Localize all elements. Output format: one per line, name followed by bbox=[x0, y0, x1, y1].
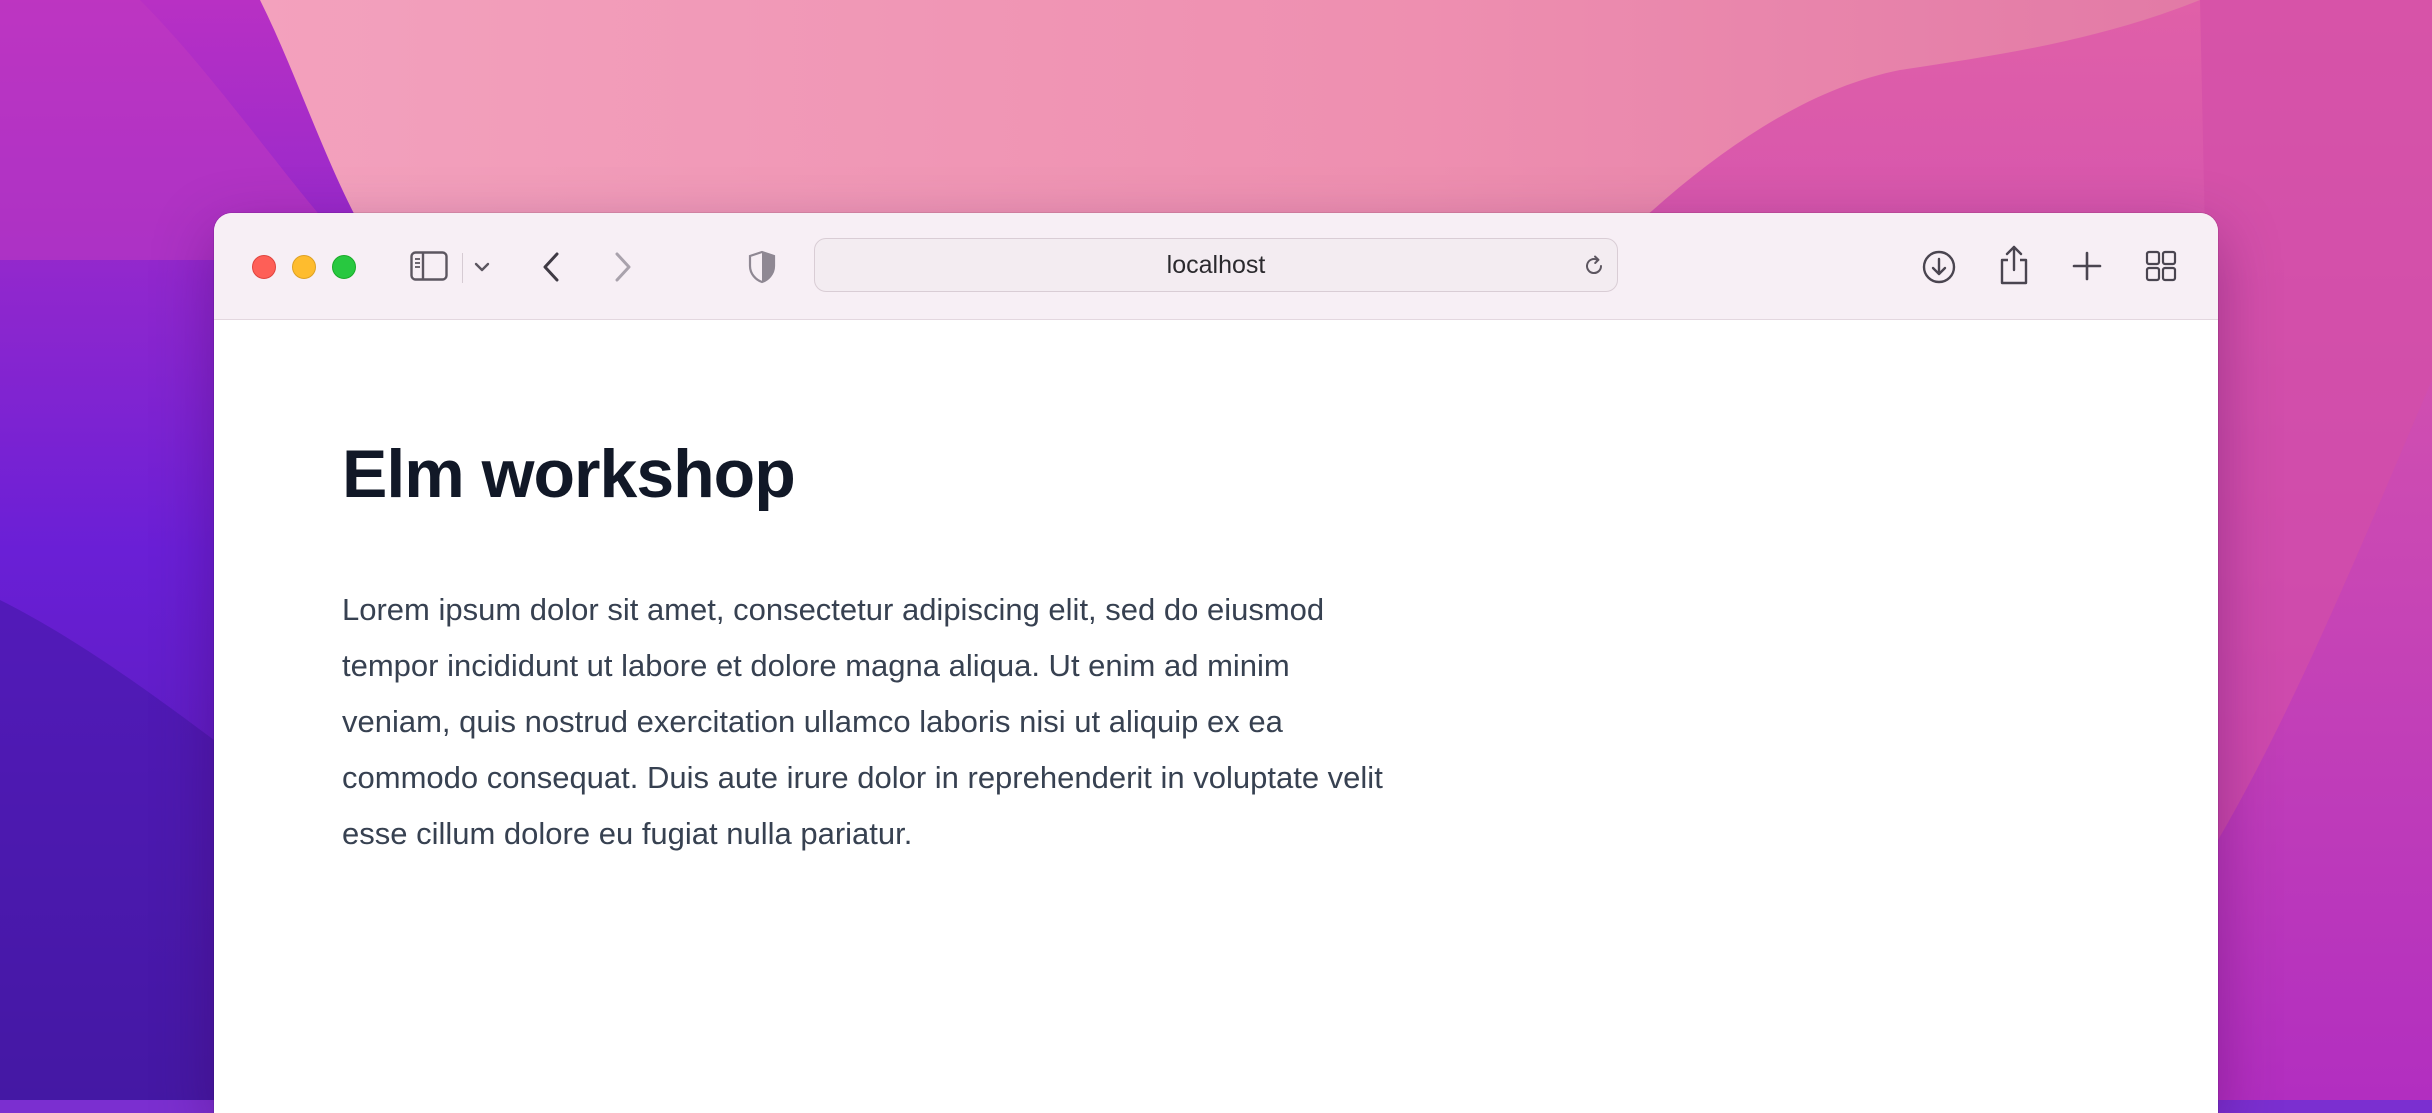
forward-icon[interactable] bbox=[608, 249, 638, 285]
page-title: Elm workshop bbox=[342, 436, 796, 512]
download-icon[interactable] bbox=[1920, 248, 1958, 286]
toolbar-divider bbox=[462, 253, 463, 283]
share-icon[interactable] bbox=[1996, 243, 2032, 287]
intro-paragraph: Lorem ipsum dolor sit amet, consectetur … bbox=[342, 592, 1383, 851]
back-icon[interactable] bbox=[536, 249, 566, 285]
close-window-button[interactable] bbox=[252, 255, 276, 279]
minimize-window-button[interactable] bbox=[292, 255, 316, 279]
page-content: Elm workshop Lorem ipsum dolor sit amet,… bbox=[214, 320, 2218, 1113]
browser-window: localhost Elm workshop Lorem ipsum dolor… bbox=[214, 213, 2218, 1113]
reload-icon[interactable] bbox=[1581, 253, 1607, 279]
address-text: localhost bbox=[1166, 250, 1266, 279]
tabs-grid-icon[interactable] bbox=[2144, 249, 2178, 283]
sidebar-icon[interactable] bbox=[408, 249, 450, 283]
maximize-window-button[interactable] bbox=[332, 255, 356, 279]
shield-icon[interactable] bbox=[746, 249, 778, 285]
browser-toolbar: localhost bbox=[214, 213, 2218, 320]
chevron-down-icon[interactable] bbox=[470, 257, 494, 277]
plus-icon[interactable] bbox=[2070, 249, 2104, 283]
address-bar[interactable]: localhost bbox=[814, 238, 1618, 292]
